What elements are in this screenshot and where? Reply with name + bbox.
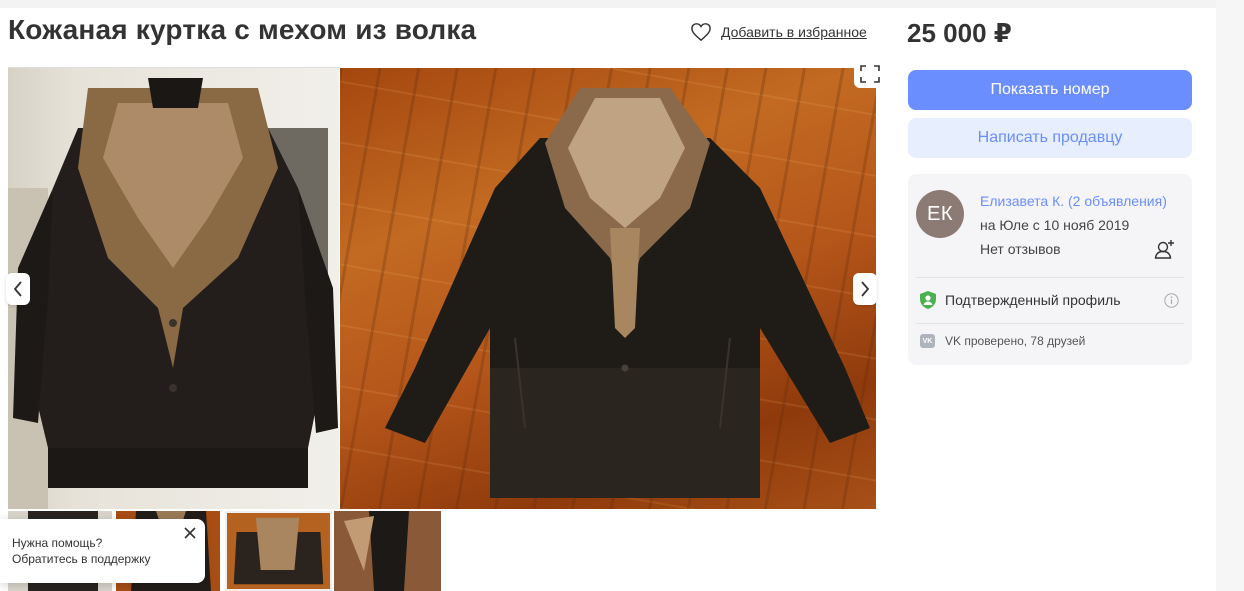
page-scrollbar-area xyxy=(1216,0,1244,591)
avatar[interactable]: ЕК xyxy=(916,190,964,238)
support-popup: Нужна помощь? Обратитесь в поддержку xyxy=(0,519,205,583)
support-question: Нужна помощь? xyxy=(12,536,103,550)
listing-title: Кожаная куртка с мехом из волка xyxy=(8,14,477,45)
listing-price: 25 000 ₽ xyxy=(907,18,1012,48)
write-seller-button[interactable]: Написать продавцу xyxy=(908,118,1192,158)
chevron-right-icon xyxy=(861,281,870,297)
gallery-photo-main[interactable] xyxy=(340,68,876,509)
add-to-favorites-button[interactable]: Добавить в избранное xyxy=(690,22,867,42)
gallery-thumbnail-active[interactable] xyxy=(225,511,332,591)
add-to-favorites-label: Добавить в избранное xyxy=(721,24,867,40)
gallery-next-button[interactable] xyxy=(853,273,877,305)
jacket-photo-main-image xyxy=(385,88,870,498)
thumbnail-image xyxy=(227,513,330,589)
seller-reviews: Нет отзывов xyxy=(980,241,1061,257)
gallery-thumbnail[interactable] xyxy=(334,511,441,591)
seller-divider xyxy=(916,323,1184,324)
close-icon[interactable] xyxy=(183,526,197,540)
seller-divider xyxy=(916,277,1184,278)
vk-icon: VK xyxy=(920,334,935,348)
support-link[interactable]: Обратитесь в поддержку xyxy=(12,551,205,567)
top-strip xyxy=(0,0,1244,8)
verified-profile-label: Подтвержденный профиль xyxy=(945,292,1121,308)
gallery-photo-previous[interactable] xyxy=(8,68,339,509)
heart-icon xyxy=(691,23,711,42)
add-user-icon[interactable] xyxy=(1154,238,1176,260)
seller-member-since: на Юле с 10 нояб 2019 xyxy=(980,217,1130,233)
fullscreen-button[interactable] xyxy=(854,60,886,88)
show-phone-button[interactable]: Показать номер xyxy=(908,70,1192,110)
vk-verified-text: VK проверено, 78 друзей xyxy=(945,334,1086,348)
seller-card: ЕК Елизавета К. (2 объявления) на Юле с … xyxy=(908,174,1192,365)
shield-check-icon xyxy=(920,291,936,309)
info-icon[interactable] xyxy=(1164,293,1179,308)
seller-name-link[interactable]: Елизавета К. (2 объявления) xyxy=(980,193,1167,209)
gallery-prev-button[interactable] xyxy=(6,273,30,305)
jacket-photo-image xyxy=(8,78,338,509)
chevron-left-icon xyxy=(13,281,22,297)
thumbnail-image xyxy=(334,511,441,591)
expand-icon xyxy=(860,65,880,83)
